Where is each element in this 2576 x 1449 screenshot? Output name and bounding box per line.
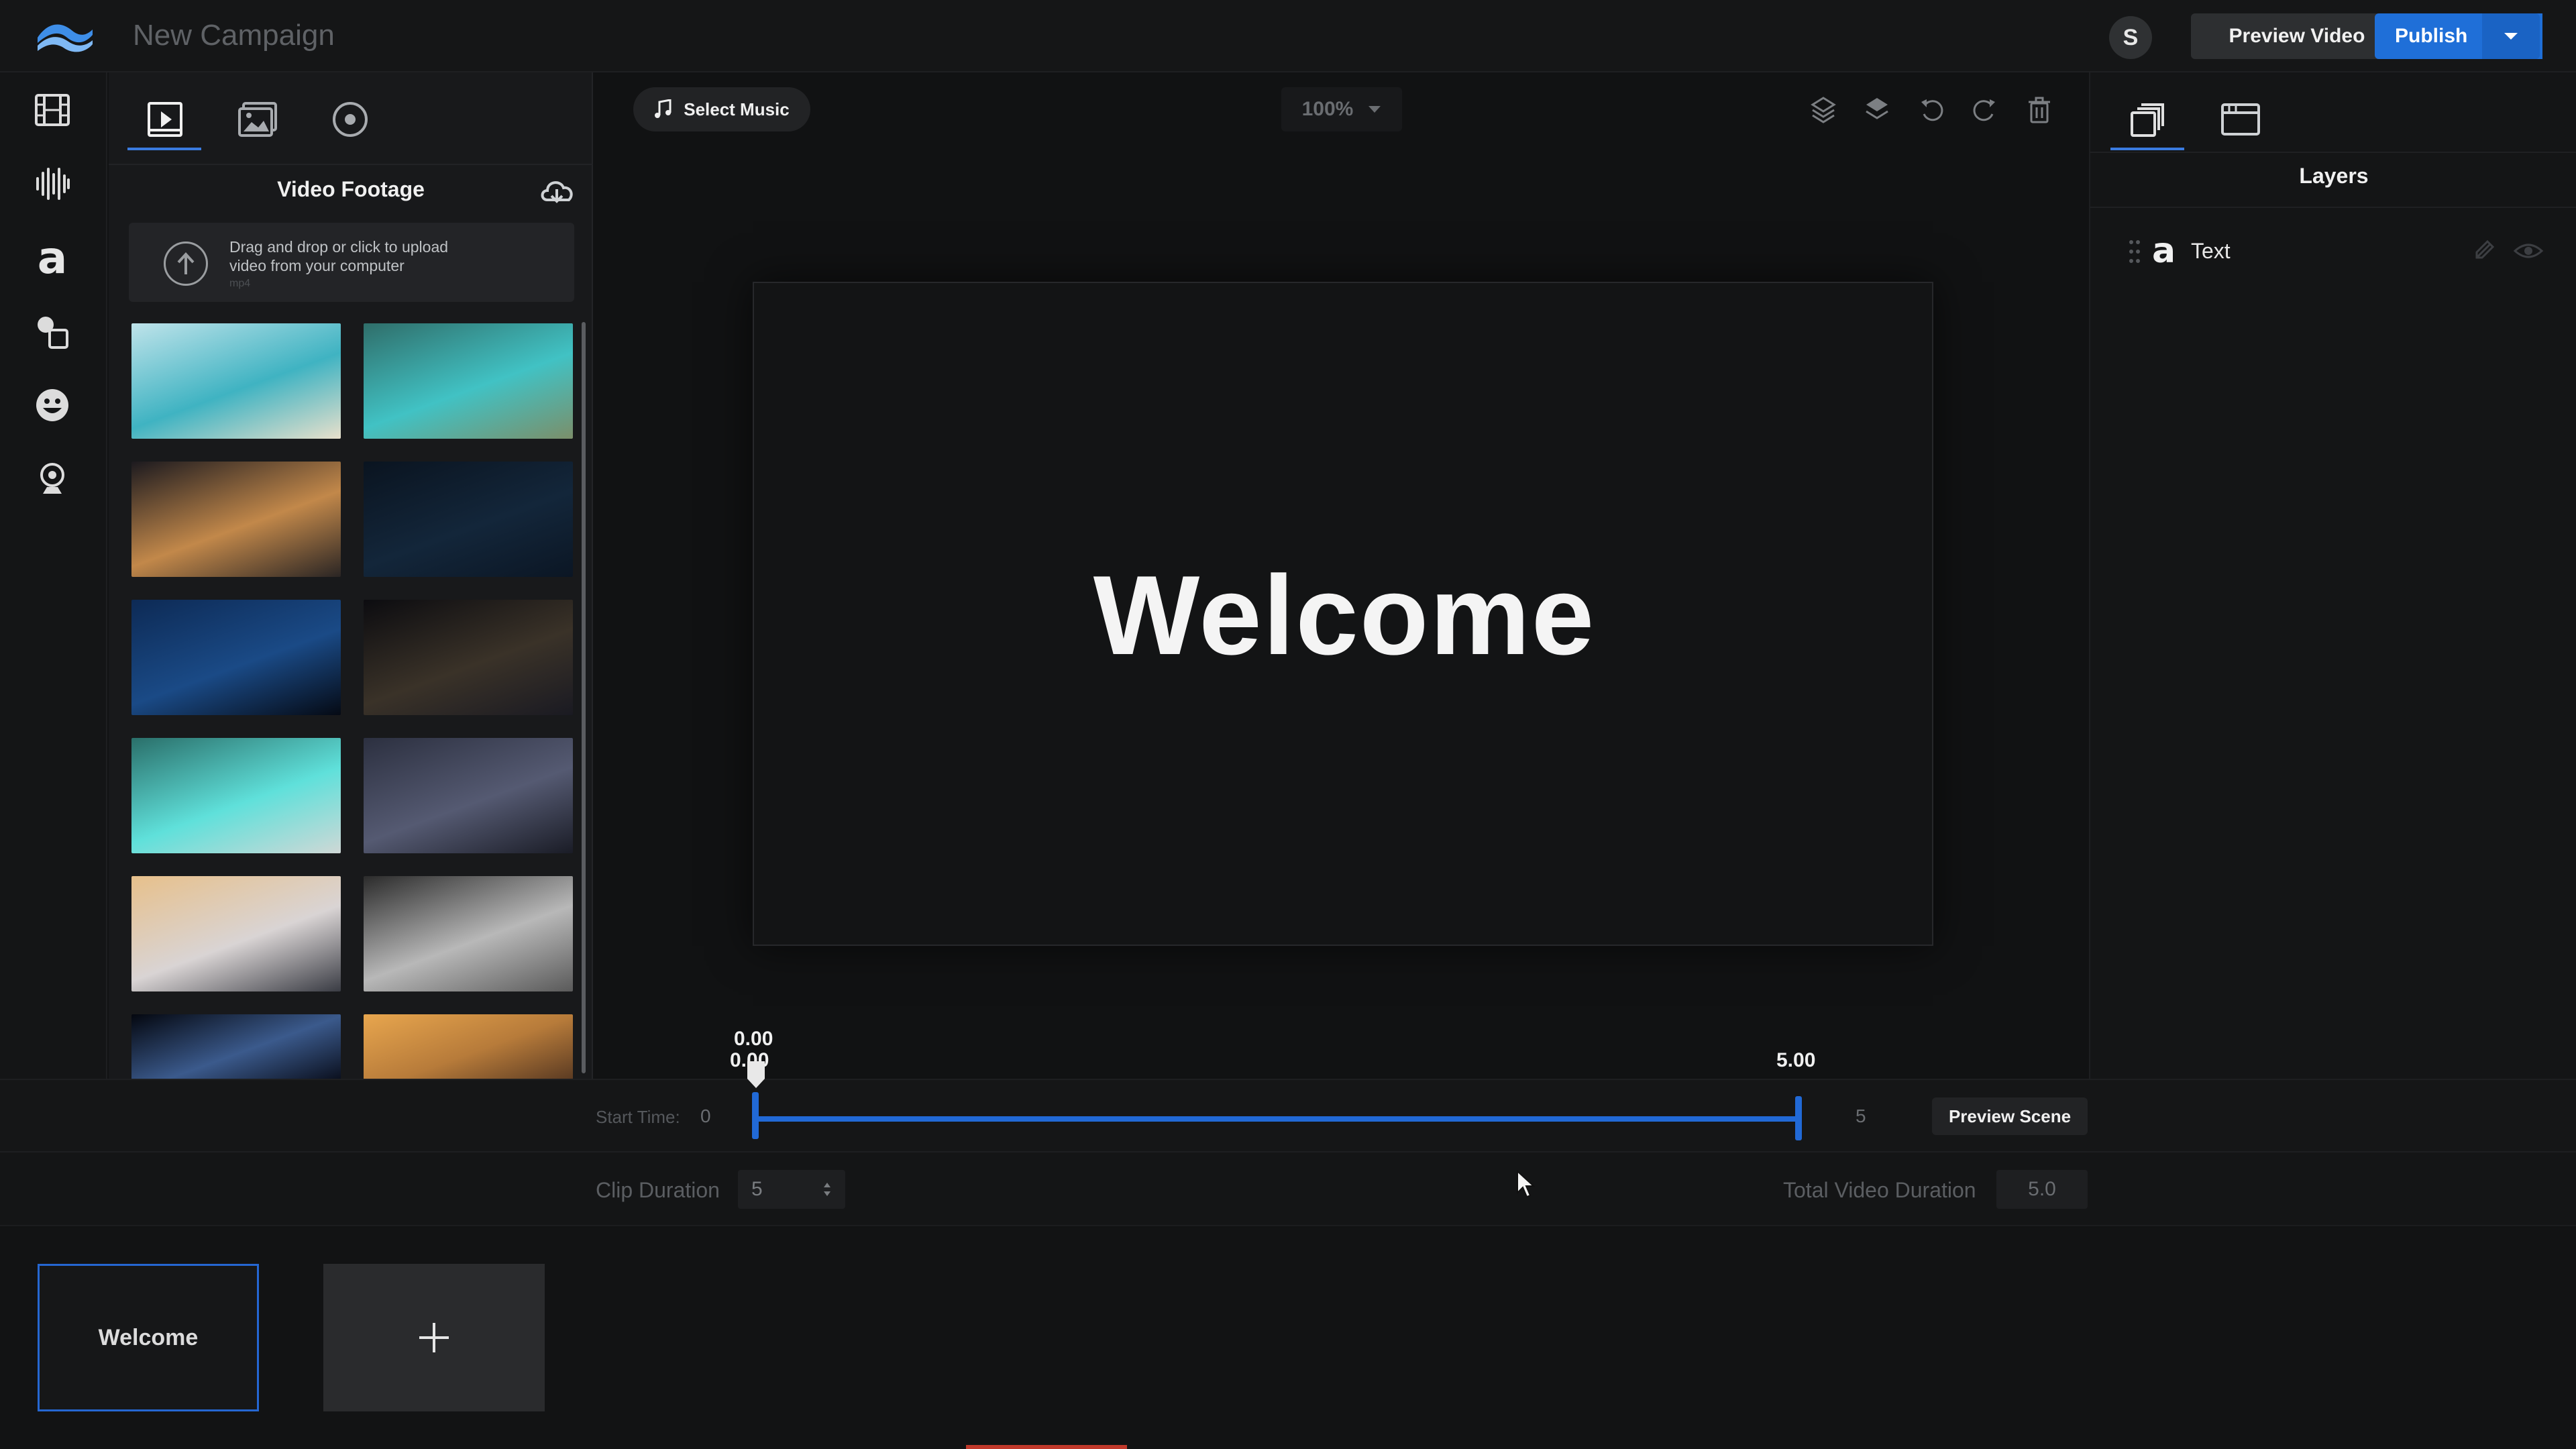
music-note-icon [655, 99, 672, 118]
chevron-down-icon [2504, 33, 2518, 40]
redo-icon[interactable] [1966, 91, 2003, 129]
clip-duration-value: 5 [751, 1178, 763, 1200]
plus-icon [419, 1323, 449, 1352]
end-marker-time: 5.00 [1776, 1049, 1816, 1071]
scene-timeline [0, 1079, 2576, 1152]
video-thumbnail[interactable] [364, 600, 573, 715]
stepper-arrows-icon[interactable] [822, 1181, 832, 1198]
shapes-icon[interactable] [30, 309, 75, 354]
video-thumbnail[interactable] [364, 738, 573, 853]
start-time-value: 0 [700, 1106, 711, 1126]
clip-duration-label: Clip Duration [596, 1178, 720, 1202]
app-logo-icon[interactable] [35, 17, 95, 55]
webcam-icon[interactable] [30, 456, 75, 502]
campaign-title[interactable]: New Campaign [133, 19, 335, 52]
active-tab-indicator [2110, 148, 2184, 150]
undo-icon[interactable] [1913, 91, 1951, 129]
publish-dropdown-toggle[interactable] [2482, 13, 2540, 59]
preview-scene-button[interactable]: Preview Scene [1932, 1097, 2088, 1135]
zoom-value: 100% [1301, 98, 1354, 120]
canvas-text-layer[interactable]: Welcome [754, 283, 1935, 947]
start-time-label: Start Time: [596, 1107, 680, 1127]
select-music-button[interactable]: Select Music [633, 87, 810, 131]
select-music-label: Select Music [684, 99, 790, 119]
upload-dropzone[interactable]: Drag and drop or click to upload video f… [129, 223, 574, 302]
bring-forward-icon[interactable] [1805, 91, 1842, 129]
upload-format-hint: mp4 [229, 278, 251, 289]
library-scrollbar[interactable] [582, 322, 586, 1073]
user-avatar[interactable]: S [2109, 16, 2152, 59]
preview-video-button[interactable]: Preview Video [2191, 13, 2403, 59]
upload-instructions: Drag and drop or click to upload video f… [229, 238, 449, 274]
scene-thumbnail[interactable]: Welcome [38, 1264, 259, 1411]
left-tool-rail: a [0, 72, 107, 1079]
zoom-select[interactable]: 100% [1281, 87, 1402, 131]
video-thumbnail[interactable] [364, 876, 573, 991]
lock-icon[interactable] [2470, 237, 2497, 264]
trash-icon[interactable] [2021, 91, 2058, 129]
video-thumbnail[interactable] [364, 462, 573, 577]
audio-bars-icon[interactable] [30, 161, 75, 207]
library-title: Video Footage [277, 177, 425, 201]
clip-duration-stepper[interactable]: 5 [738, 1170, 845, 1209]
drag-handle-icon[interactable] [2128, 239, 2141, 264]
send-backward-icon[interactable] [1858, 91, 1896, 129]
end-time-value: 5 [1856, 1106, 1866, 1126]
text-layer-icon: a [2152, 231, 2176, 271]
slider-end-handle[interactable] [1795, 1096, 1802, 1140]
scene-canvas[interactable]: Welcome [753, 282, 1933, 946]
upload-arrow-icon [164, 241, 208, 286]
emoji-icon[interactable] [30, 382, 75, 428]
playhead-time: 0.00 [734, 1028, 773, 1050]
video-tab-icon[interactable] [125, 86, 205, 153]
total-duration-value: 5.0 [1996, 1170, 2088, 1209]
media-library-panel: Video Footage Drag and drop or click to … [109, 72, 593, 1080]
mouse-cursor-icon [1517, 1170, 1535, 1198]
video-thumbnail[interactable] [131, 462, 341, 577]
image-tab-icon[interactable] [217, 86, 298, 153]
timeline-slider-track[interactable] [754, 1116, 1801, 1122]
video-thumbnail[interactable] [131, 738, 341, 853]
browser-window-icon[interactable] [2200, 86, 2281, 153]
video-thumbnail[interactable] [131, 600, 341, 715]
text-a-icon[interactable]: a [30, 232, 75, 284]
right-properties-panel: Layers a Text [2089, 72, 2576, 1079]
layers-tab-icon[interactable] [2108, 86, 2188, 153]
total-duration-label: Total Video Duration [1783, 1178, 1976, 1202]
film-icon[interactable] [30, 87, 75, 133]
video-thumbnail[interactable] [364, 1014, 573, 1080]
layers-title: Layers [2299, 164, 2369, 188]
video-thumbnail[interactable] [131, 1014, 341, 1080]
bottom-progress-indicator [966, 1445, 1127, 1449]
chevron-down-icon [1368, 106, 1381, 113]
video-thumbnail[interactable] [131, 323, 341, 439]
cloud-upload-icon[interactable] [538, 173, 576, 207]
clip-settings-bar [0, 1152, 2576, 1226]
add-scene-button[interactable] [323, 1264, 545, 1411]
video-thumbnail[interactable] [364, 323, 573, 439]
slider-start-handle[interactable] [752, 1092, 759, 1139]
playhead-knob-icon[interactable] [746, 1060, 766, 1089]
circle-record-icon[interactable] [310, 86, 390, 153]
active-tab-indicator [127, 148, 201, 150]
video-thumbnail[interactable] [131, 876, 341, 991]
layer-name[interactable]: Text [2191, 239, 2231, 264]
top-bar [0, 0, 2576, 72]
visibility-eye-icon[interactable] [2513, 237, 2544, 264]
layer-item[interactable]: a Text [2090, 228, 2576, 275]
